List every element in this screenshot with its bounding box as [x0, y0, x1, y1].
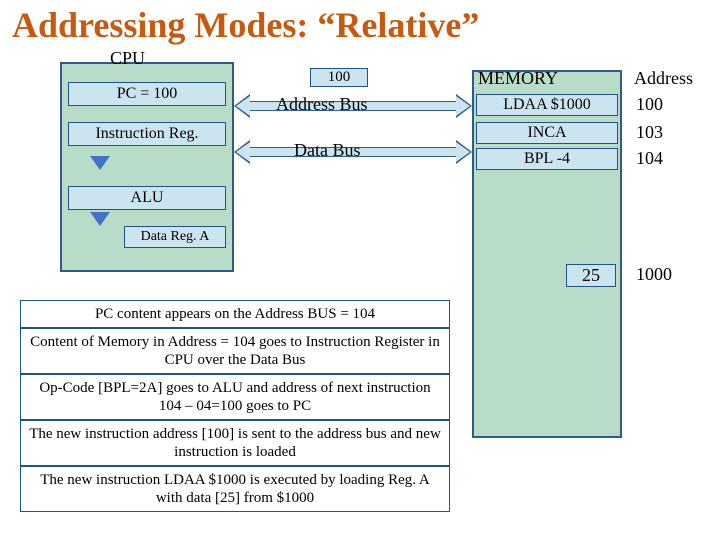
address-bus-label: Address Bus: [276, 94, 368, 115]
alu-register: ALU: [68, 186, 226, 210]
memory-addr: 103: [636, 122, 663, 143]
slide-title: Addressing Modes: “Relative”: [0, 0, 720, 50]
note-item: Op-Code [BPL=2A] goes to ALU and address…: [20, 374, 450, 420]
memory-data-addr: 1000: [636, 264, 672, 285]
memory-heading: MEMORY: [478, 68, 558, 89]
arrow-down-icon: [90, 156, 110, 170]
note-item: The new instruction address [100] is sen…: [20, 420, 450, 466]
program-counter: PC = 100: [68, 82, 226, 106]
arrow-down-icon: [90, 212, 110, 226]
data-register-a: Data Reg. A: [124, 226, 226, 248]
note-item: PC content appears on the Address BUS = …: [20, 300, 450, 328]
instruction-register: Instruction Reg.: [68, 122, 226, 146]
memory-row: LDAA $1000: [476, 94, 618, 116]
address-bus-value: 100: [310, 68, 368, 87]
memory-addr: 100: [636, 94, 663, 115]
cpu-label: CPU: [110, 48, 145, 69]
memory-row: BPL -4: [476, 148, 618, 170]
data-bus-label: Data Bus: [294, 140, 361, 161]
notes-list: PC content appears on the Address BUS = …: [20, 300, 450, 512]
note-item: Content of Memory in Address = 104 goes …: [20, 328, 450, 374]
memory-row: INCA: [476, 122, 618, 144]
note-item: The new instruction LDAA $1000 is execut…: [20, 466, 450, 512]
memory-data-value: 25: [566, 264, 616, 287]
memory-addr: 104: [636, 148, 663, 169]
address-heading: Address: [634, 68, 693, 89]
